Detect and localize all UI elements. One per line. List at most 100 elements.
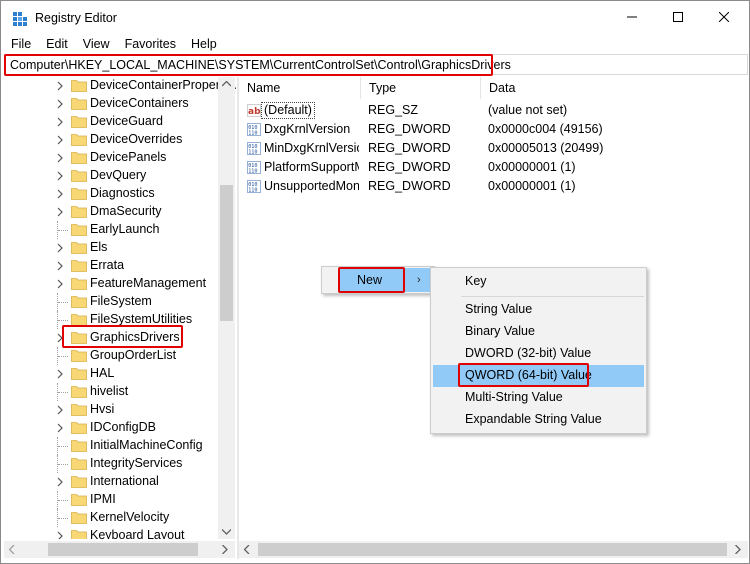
binary-value-icon: 010110 — [247, 161, 261, 174]
chevron-right-icon[interactable] — [56, 243, 65, 253]
tree-item[interactable]: DevicePanels — [4, 149, 236, 167]
value-row[interactable]: ab (Default) REG_SZ (value not set) — [239, 101, 748, 120]
tree-item[interactable]: hivelist — [4, 383, 236, 401]
qword-annotation-box — [458, 363, 589, 387]
chevron-right-icon[interactable] — [56, 261, 65, 271]
column-header-name[interactable]: Name — [239, 77, 361, 99]
chevron-right-icon[interactable] — [56, 171, 65, 181]
tree-item[interactable]: IPMI — [4, 491, 236, 509]
tree-item[interactable]: FeatureManagement — [4, 275, 236, 293]
chevron-right-icon[interactable] — [56, 117, 65, 127]
chevron-right-icon[interactable] — [56, 207, 65, 217]
tree-item[interactable]: International — [4, 473, 236, 491]
tree-item[interactable]: InitialMachineConfig — [4, 437, 236, 455]
tree-item[interactable]: DeviceContainers — [4, 95, 236, 113]
tree-item[interactable]: DeviceOverrides — [4, 131, 236, 149]
chevron-right-icon[interactable] — [56, 135, 65, 145]
submenu-string-value[interactable]: String Value — [465, 302, 532, 316]
svg-text:110: 110 — [248, 188, 257, 194]
chevron-right-icon[interactable] — [56, 531, 65, 539]
tree-item[interactable]: KernelVelocity — [4, 509, 236, 527]
value-data: 0x0000c004 (49156) — [488, 122, 603, 136]
value-row[interactable]: 010110MinDxgKrnlVersion REG_DWORD 0x000050… — [239, 139, 748, 158]
chevron-right-icon[interactable] — [56, 81, 65, 91]
tree-item[interactable]: Keyboard Layout — [4, 527, 236, 539]
registry-editor-icon — [13, 12, 27, 26]
scroll-left-icon[interactable] — [244, 545, 250, 554]
tree-item[interactable]: DeviceGuard — [4, 113, 236, 131]
tree-vertical-scroll-thumb[interactable] — [220, 185, 233, 321]
chevron-right-icon[interactable] — [56, 423, 65, 433]
tree-item[interactable]: HAL — [4, 365, 236, 383]
value-row[interactable]: 010 110 DxgKrnlVersion REG_DWORD 0x0000c004 … — [239, 120, 748, 139]
tree-horizontal-scrollbar[interactable] — [4, 541, 235, 558]
title-bar: Registry Editor — [1, 1, 749, 35]
folder-icon — [71, 134, 87, 146]
submenu-multi-string-value[interactable]: Multi-String Value — [465, 390, 563, 404]
folder-icon — [71, 278, 87, 290]
value-type: REG_DWORD — [368, 141, 451, 155]
svg-text:110: 110 — [248, 169, 257, 175]
folder-icon — [71, 206, 87, 218]
values-horizontal-scroll-thumb[interactable] — [258, 543, 727, 556]
chevron-right-icon[interactable] — [56, 189, 65, 199]
tree-item[interactable]: DevQuery — [4, 167, 236, 185]
scroll-left-icon[interactable] — [9, 545, 15, 554]
tree-item[interactable]: Hvsi — [4, 401, 236, 419]
folder-icon — [71, 458, 87, 470]
tree-item-label: DeviceGuard — [90, 114, 163, 128]
scroll-right-icon[interactable] — [735, 545, 741, 554]
submenu-binary-value[interactable]: Binary Value — [465, 324, 535, 338]
tree-item[interactable]: GroupOrderList — [4, 347, 236, 365]
chevron-right-icon[interactable] — [56, 369, 65, 379]
maximize-button[interactable] — [655, 1, 701, 33]
tree-item[interactable]: IntegrityServices — [4, 455, 236, 473]
value-type: REG_DWORD — [368, 122, 451, 136]
tree-guide-line — [58, 518, 68, 519]
chevron-right-icon[interactable] — [56, 477, 65, 487]
close-icon — [719, 12, 729, 22]
close-button[interactable] — [701, 1, 747, 33]
chevron-right-icon[interactable] — [56, 153, 65, 163]
value-type: REG_DWORD — [368, 179, 451, 193]
menu-edit[interactable]: Edit — [38, 35, 75, 53]
tree-horizontal-scroll-thumb[interactable] — [48, 543, 198, 556]
menu-help[interactable]: Help — [183, 35, 224, 53]
submenu-key[interactable]: Key — [465, 274, 487, 288]
submenu-separator — [461, 296, 644, 297]
minimize-icon — [627, 16, 637, 18]
folder-icon — [71, 440, 87, 452]
folder-icon — [71, 476, 87, 488]
scroll-right-icon[interactable] — [222, 545, 228, 554]
value-row[interactable]: 010110UnsupportedMonitorModesAllowed REG_… — [239, 177, 748, 196]
chevron-right-icon[interactable] — [56, 405, 65, 415]
tree-vertical-scrollbar[interactable] — [218, 77, 235, 539]
chevron-right-icon[interactable] — [56, 279, 65, 289]
tree-item[interactable]: Diagnostics — [4, 185, 236, 203]
scroll-up-icon[interactable] — [222, 81, 231, 87]
tree-item-label: DmaSecurity — [90, 204, 162, 218]
menu-view[interactable]: View — [75, 35, 117, 53]
values-horizontal-scrollbar[interactable] — [239, 541, 748, 558]
tree-item[interactable]: Els — [4, 239, 236, 257]
tree-item[interactable]: IDConfigDB — [4, 419, 236, 437]
column-header-type[interactable]: Type — [361, 77, 481, 99]
tree-item[interactable]: FileSystem — [4, 293, 236, 311]
scroll-down-icon[interactable] — [222, 529, 231, 535]
tree-item[interactable]: EarlyLaunch — [4, 221, 236, 239]
submenu-dword-value[interactable]: DWORD (32-bit) Value — [465, 346, 591, 360]
tree-item-label: HAL — [90, 366, 115, 380]
folder-icon — [71, 368, 87, 380]
tree-item[interactable]: DmaSecurity — [4, 203, 236, 221]
value-row[interactable]: 010110PlatformSupportMiracast REG_DWORD 0x… — [239, 158, 748, 177]
tree-item[interactable]: DeviceContainerPropertyUpdateEvents — [4, 77, 236, 95]
menu-favorites[interactable]: Favorites — [117, 35, 183, 53]
tree-item[interactable]: Errata — [4, 257, 236, 275]
minimize-button[interactable] — [609, 1, 655, 33]
column-header-data[interactable]: Data — [481, 77, 748, 99]
menu-file[interactable]: File — [1, 35, 38, 53]
chevron-right-icon[interactable] — [56, 99, 65, 109]
submenu-expandable-string-value[interactable]: Expandable String Value — [465, 412, 602, 426]
tree-item-label: DevQuery — [90, 168, 147, 182]
tree-item-label: IDConfigDB — [90, 420, 156, 434]
